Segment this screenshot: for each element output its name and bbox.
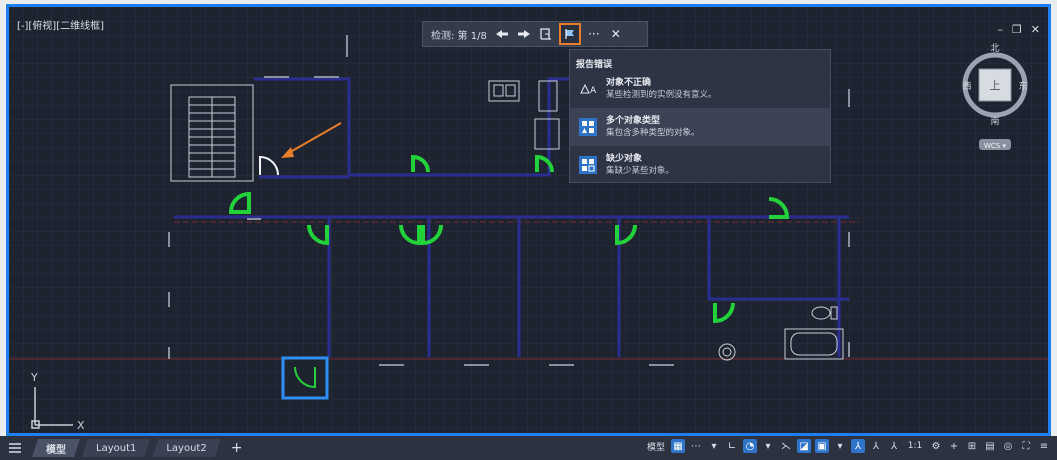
close-toolbar-button[interactable]: ✕ — [607, 24, 625, 44]
wcs-menu[interactable]: WCS ▾ — [984, 142, 1006, 150]
menu-item-incorrect-object[interactable]: A 对象不正确 某些检测到的实例没有意义。 — [570, 70, 830, 108]
drawing-canvas[interactable]: Y X 上 北 南 西 东 WCS ▾ — [9, 7, 1048, 433]
multiple-types-icon — [579, 118, 597, 136]
grid-icon[interactable]: ▦ — [671, 439, 685, 453]
dynamic-ucs-icon[interactable]: ⅄ — [851, 439, 865, 453]
customize-menu-icon[interactable]: ≡ — [1037, 439, 1051, 453]
close-window-button[interactable]: ✕ — [1031, 23, 1040, 36]
units-icon[interactable]: ⊞ — [965, 439, 979, 453]
viewcube-face[interactable]: 上 — [990, 79, 1001, 92]
hamburger-menu-icon[interactable] — [0, 443, 30, 453]
detection-nav-toolbar: 检测: 第 1/8 ··· ✕ — [422, 21, 648, 47]
door-icon[interactable] — [537, 24, 555, 44]
wrong-object-icon: A — [580, 83, 597, 96]
tab-model[interactable]: 模型 — [32, 439, 80, 457]
menu-item-missing-object[interactable]: 缺少对象 集缺少某些对象。 — [570, 146, 830, 184]
ucs-x-label: X — [77, 419, 85, 432]
arrow-left-icon[interactable] — [493, 24, 511, 44]
arrow-right-icon[interactable] — [515, 24, 533, 44]
menu-item-desc: 某些检测到的实例没有意义。 — [606, 90, 717, 100]
menu-item-desc: 集缺少某些对象。 — [606, 166, 675, 176]
scale-label[interactable]: 1:1 — [905, 439, 925, 453]
missing-object-icon — [579, 156, 597, 174]
svg-text:A: A — [590, 86, 597, 96]
status-bar: 模型 Layout1 Layout2 + 模型 ▦ ⋯ ▾ ∟ ◔ ▾ ⋋ ◪ … — [0, 436, 1057, 460]
menu-item-multiple-types[interactable]: 多个对象类型 集包含多种类型的对象。 — [570, 108, 830, 146]
osnap-icon[interactable]: ◪ — [797, 439, 811, 453]
chevron-down-icon[interactable]: ▾ — [833, 439, 847, 453]
menu-item-title: 多个对象类型 — [606, 116, 661, 126]
tab-layout2[interactable]: Layout2 — [152, 439, 220, 457]
chevron-down-icon[interactable]: ▾ — [707, 439, 721, 453]
plus-icon[interactable]: + — [947, 439, 961, 453]
viewcube-west[interactable]: 西 — [962, 81, 971, 92]
chevron-down-icon[interactable]: ▾ — [761, 439, 775, 453]
gear-icon[interactable]: ⚙ — [929, 439, 943, 453]
fullscreen-icon[interactable]: ⛶ — [1019, 439, 1033, 453]
polar-icon[interactable]: ◔ — [743, 439, 757, 453]
status-tools: 模型 ▦ ⋯ ▾ ∟ ◔ ▾ ⋋ ◪ ▣ ▾ ⅄ ⅄ ⅄ 1:1 ⚙ + ⊞ ▤… — [647, 439, 1051, 453]
annotation-visibility-icon[interactable]: ⅄ — [869, 439, 883, 453]
more-button[interactable]: ··· — [585, 24, 603, 44]
viewport-controls-label[interactable]: [-][俯视][二维线框] — [17, 17, 104, 32]
menu-item-desc: 集包含多种类型的对象。 — [606, 128, 700, 138]
annotation-scale-icon[interactable]: ⅄ — [887, 439, 901, 453]
minimize-button[interactable]: – — [997, 23, 1003, 36]
isodraft-icon[interactable]: ⋋ — [779, 439, 793, 453]
drawing-viewport[interactable]: Y X 上 北 南 西 东 WCS ▾ [-][俯视][二维线框] – ❐ ✕ … — [6, 4, 1051, 436]
restore-button[interactable]: ❐ — [1012, 23, 1022, 36]
menu-title: 报告错误 — [576, 60, 613, 70]
flag-icon[interactable] — [558, 23, 581, 45]
detection-counter: 检测: 第 1/8 — [431, 30, 487, 42]
quick-properties-icon[interactable]: ▤ — [983, 439, 997, 453]
viewcube-south[interactable]: 南 — [990, 115, 999, 127]
menu-item-title: 对象不正确 — [606, 78, 652, 88]
isolate-icon[interactable]: ◎ — [1001, 439, 1015, 453]
ucs-y-label: Y — [30, 371, 38, 384]
selected-door-box[interactable] — [281, 356, 329, 400]
window-controls: – ❐ ✕ — [997, 23, 1040, 36]
model-space-label[interactable]: 模型 — [647, 440, 665, 453]
ortho-icon[interactable]: ∟ — [725, 439, 739, 453]
snap-icon[interactable]: ⋯ — [689, 439, 703, 453]
report-issue-menu: 报告错误 A 对象不正确 某些检测到的实例没有意义。 多个对象类型 集包含多种类… — [569, 49, 831, 183]
add-layout-button[interactable]: + — [231, 440, 243, 456]
osnap3d-icon[interactable]: ▣ — [815, 439, 829, 453]
viewcube-east[interactable]: 东 — [1018, 80, 1027, 92]
menu-item-title: 缺少对象 — [606, 154, 643, 164]
viewcube-north[interactable]: 北 — [990, 43, 999, 54]
tab-layout1[interactable]: Layout1 — [82, 439, 150, 457]
